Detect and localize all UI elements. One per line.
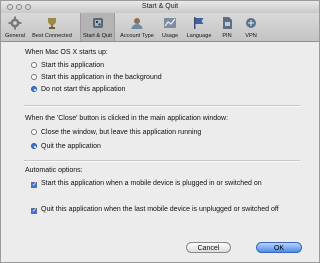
gear-icon <box>8 16 22 30</box>
startup-radio-background[interactable] <box>31 74 37 80</box>
close-option-leave-running[interactable]: Close the window, but leave this applica… <box>31 129 201 136</box>
startup-radio-start[interactable] <box>31 62 37 68</box>
auto-option-quit-on-unplug-label: Quit this application when the last mobi… <box>41 206 279 213</box>
startup-radio-do-not-start[interactable] <box>31 86 37 92</box>
tab-general[interactable]: General <box>3 13 27 41</box>
title-bar: Start & Quit <box>1 1 319 13</box>
auto-option-start-on-plug[interactable]: ✓ Start this application when a mobile de… <box>31 180 262 188</box>
startup-option-start-label: Start this application <box>41 62 105 69</box>
tab-pin[interactable]: PIN <box>220 13 234 41</box>
close-radio-leave-running[interactable] <box>31 129 37 135</box>
pin-sim-icon <box>223 17 232 29</box>
tab-vpn[interactable]: VPN <box>243 13 259 41</box>
separator <box>24 160 300 162</box>
trophy-icon <box>48 18 56 29</box>
cancel-button[interactable]: Cancel <box>186 242 231 253</box>
close-option-quit[interactable]: Quit the application <box>31 143 101 150</box>
close-option-quit-label: Quit the application <box>41 143 101 150</box>
tab-usage-label: Usage <box>161 33 179 39</box>
startup-option-do-not-start-label: Do not start this application <box>41 86 126 93</box>
startup-option-background-label: Start this application in the background <box>41 74 162 81</box>
tab-account-type-label: Account Type <box>120 33 154 39</box>
tab-best-connected[interactable]: Best Connected <box>31 13 73 41</box>
window-title: Start & Quit <box>141 3 179 10</box>
tab-usage[interactable]: Usage <box>159 13 181 41</box>
tab-start-quit-label: Start & Quit <box>83 33 112 39</box>
vpn-network-icon <box>246 18 256 28</box>
ok-button[interactable]: OK <box>256 242 302 253</box>
tab-account-type[interactable]: Account Type <box>117 13 157 41</box>
preferences-window: Start & Quit General Best Connected Star… <box>0 0 320 263</box>
preferences-toolbar: General Best Connected Start & Quit Acco… <box>1 13 319 42</box>
tab-vpn-label: VPN <box>245 33 257 39</box>
tab-start-quit[interactable]: Start & Quit <box>80 13 115 41</box>
tab-general-label: General <box>5 33 25 39</box>
startup-option-do-not-start[interactable]: Do not start this application <box>31 86 125 93</box>
account-icon <box>131 18 143 29</box>
tab-best-connected-label: Best Connected <box>32 33 72 39</box>
auto-option-start-on-plug-label: Start this application when a mobile dev… <box>41 180 262 187</box>
language-flag-icon <box>194 17 204 29</box>
startup-heading: When Mac OS X starts up: <box>25 49 108 56</box>
close-heading: When the 'Close' button is clicked in th… <box>25 115 229 122</box>
settings-content: When Mac OS X starts up: Start this appl… <box>1 42 319 262</box>
close-radio-quit[interactable] <box>31 143 37 149</box>
separator <box>24 105 300 107</box>
startup-option-background[interactable]: Start this application in the background <box>31 74 162 81</box>
auto-option-quit-on-unplug[interactable]: ✓ Quit this application when the last mob… <box>31 206 279 214</box>
auto-checkbox-start-on-plug[interactable]: ✓ <box>31 182 37 188</box>
close-option-leave-running-label: Close the window, but leave this applica… <box>41 129 202 136</box>
start-quit-icon <box>92 18 103 28</box>
tab-language[interactable]: Language <box>185 13 213 41</box>
auto-checkbox-quit-on-unplug[interactable]: ✓ <box>31 208 37 214</box>
automatic-heading: Automatic options: <box>25 167 83 174</box>
tab-pin-label: PIN <box>222 33 232 39</box>
startup-option-start[interactable]: Start this application <box>31 62 104 69</box>
tab-language-label: Language <box>186 33 212 39</box>
usage-chart-icon <box>164 18 176 28</box>
